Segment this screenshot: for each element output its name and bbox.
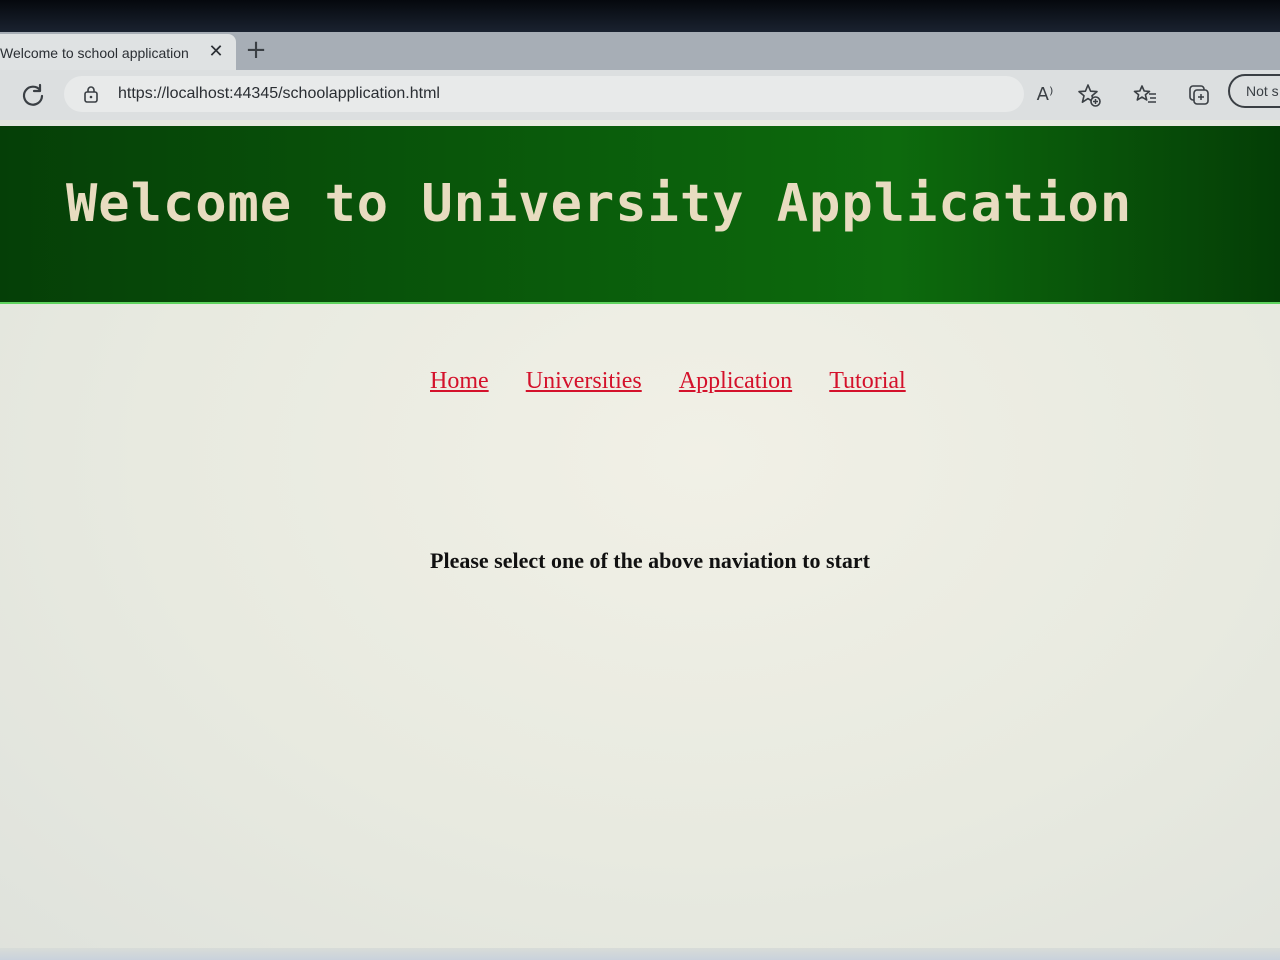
lock-icon[interactable] [82,85,100,103]
tab-title: Welcome to school application [0,45,189,61]
monitor-bezel [0,0,1280,32]
browser-toolbar: A⁾ Not s [0,70,1280,120]
address-bar[interactable] [64,76,1024,112]
profile-label: Not s [1246,83,1279,99]
favorites-icon[interactable] [1132,82,1158,108]
page-content: Welcome to University Application Home U… [0,120,1280,960]
tab-strip: Welcome to school application ✕ + [0,32,1280,70]
nav-links: Home Universities Application Tutorial [430,368,922,395]
tab-active[interactable]: Welcome to school application ✕ [0,34,236,70]
collections-icon[interactable] [1186,82,1212,108]
nav-link-home[interactable]: Home [430,368,489,395]
refresh-icon[interactable] [20,82,46,108]
page-title: Welcome to University Application [66,174,1133,234]
add-favorite-icon[interactable] [1076,82,1102,108]
instruction-text: Please select one of the above naviation… [430,548,870,573]
browser-window: Welcome to school application ✕ + A⁾ [0,32,1280,960]
new-tab-icon[interactable]: + [244,37,268,63]
nav-link-application[interactable]: Application [679,368,792,395]
nav-link-tutorial[interactable]: Tutorial [829,368,905,395]
profile-button[interactable]: Not s [1228,74,1280,108]
header-banner: Welcome to University Application [0,126,1280,304]
read-aloud-icon[interactable]: A⁾ [1032,82,1058,108]
tab-close-icon[interactable]: ✕ [206,42,226,62]
taskbar-edge [0,948,1280,960]
url-input[interactable] [118,85,818,103]
nav-link-universities[interactable]: Universities [526,368,642,395]
